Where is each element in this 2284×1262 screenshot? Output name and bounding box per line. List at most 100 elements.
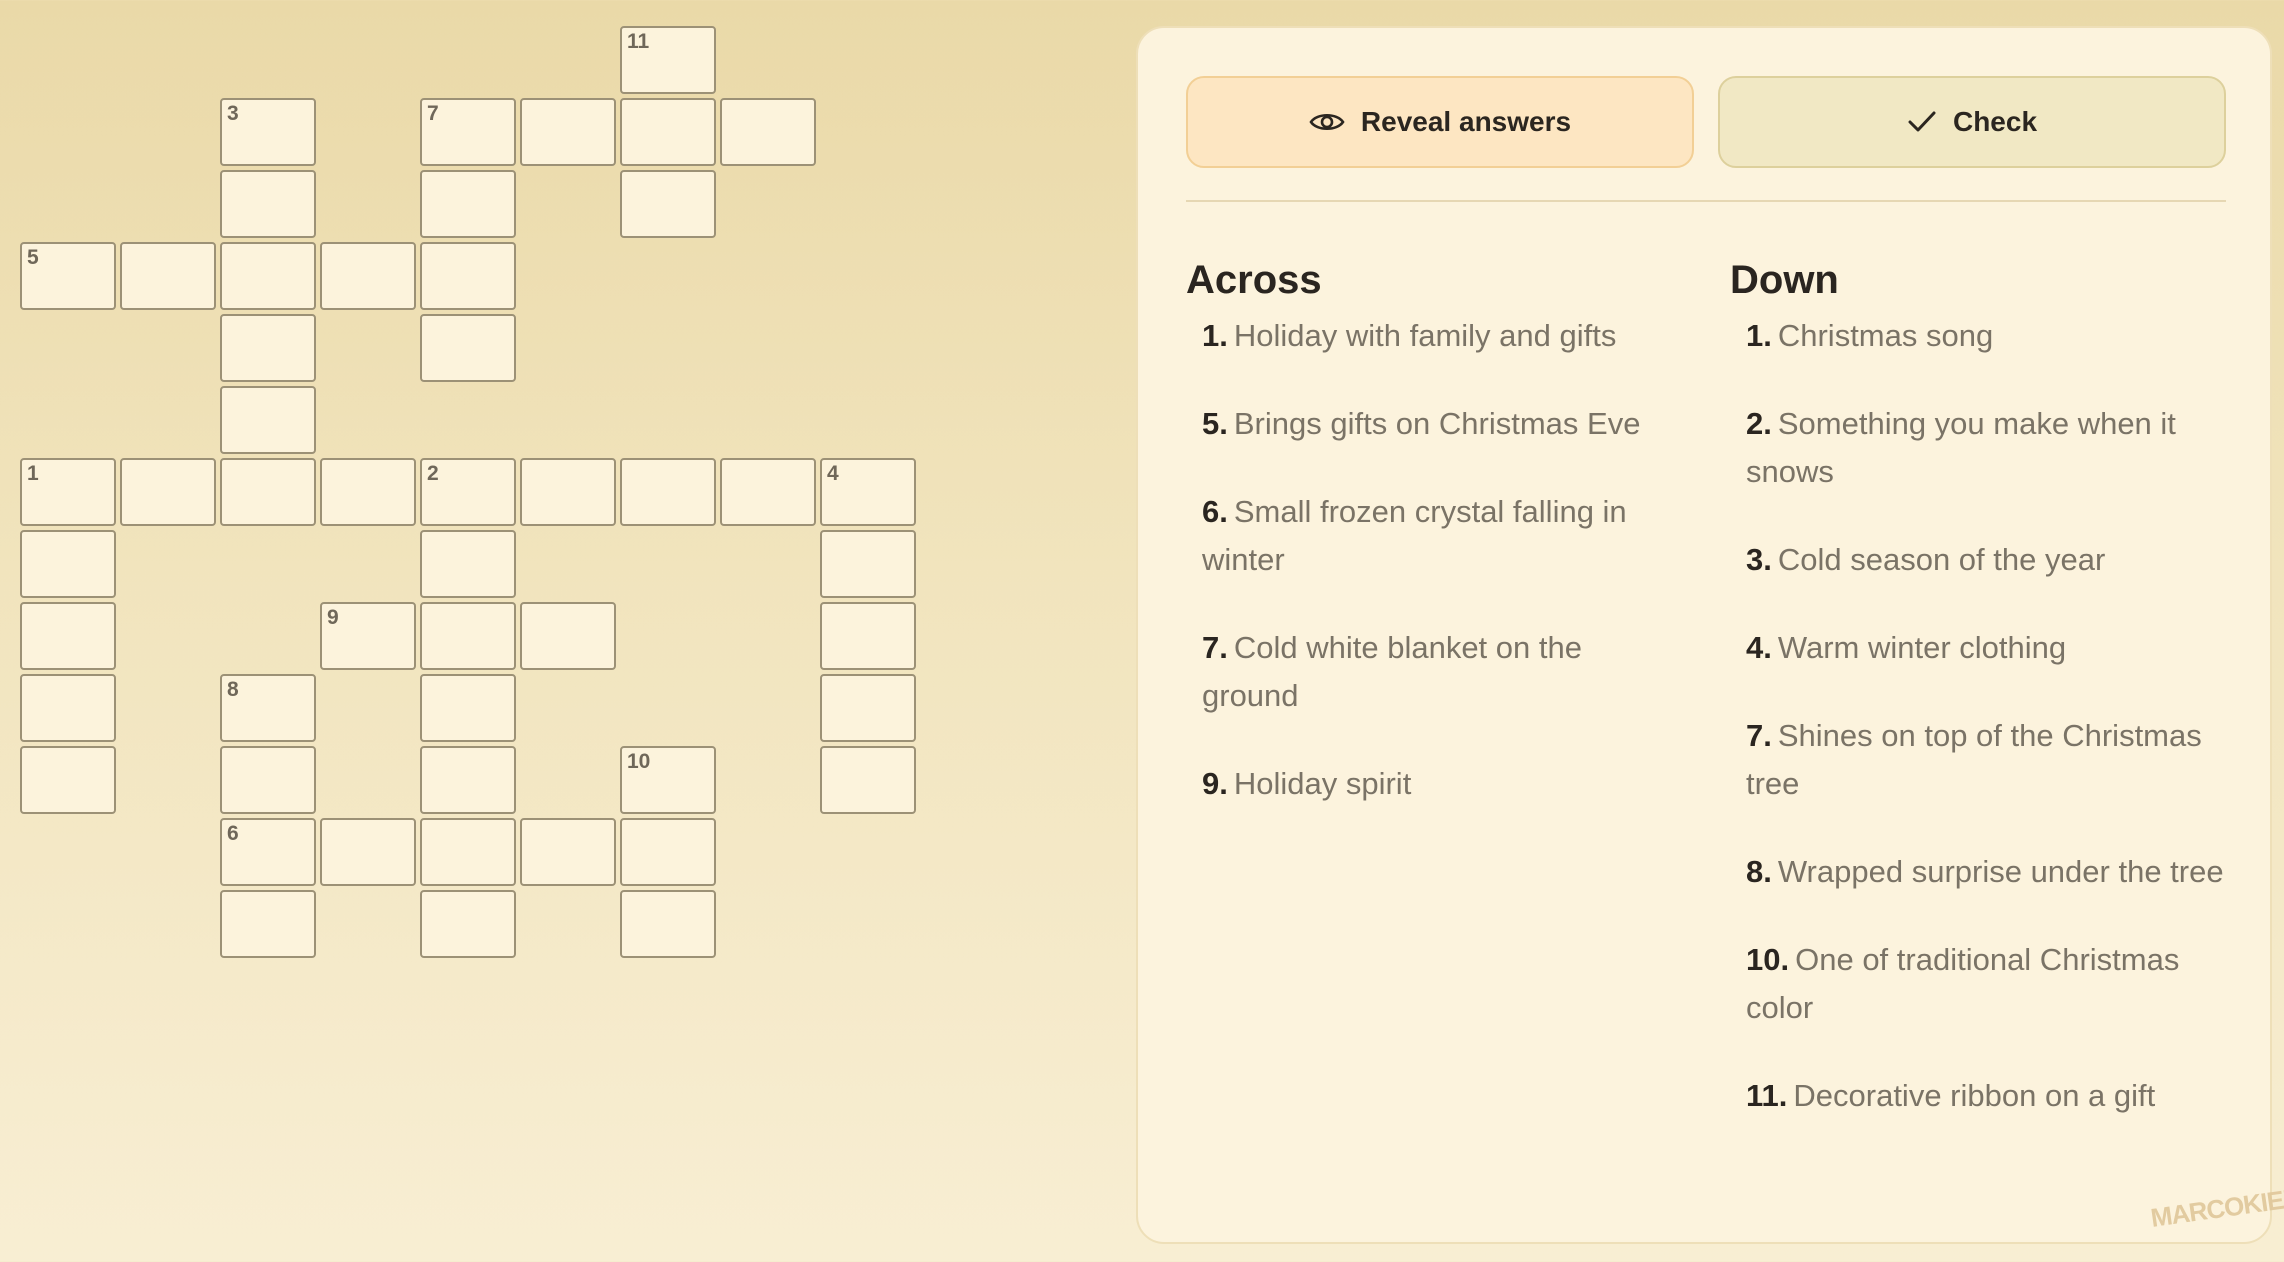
clue-down[interactable]: 7. Shines on top of the Christmas tree [1746, 712, 2226, 808]
grid-cell[interactable] [420, 314, 516, 382]
grid-cell[interactable] [420, 674, 516, 742]
clue-down[interactable]: 10. One of traditional Christmas color [1746, 936, 2226, 1032]
grid-cell[interactable]: 2 [420, 458, 516, 526]
grid-cell[interactable] [420, 746, 516, 814]
grid-cell[interactable] [220, 890, 316, 958]
grid-cell[interactable] [520, 602, 616, 670]
grid-cell[interactable] [520, 98, 616, 166]
grid-cell[interactable]: 5 [20, 242, 116, 310]
grid-cell[interactable] [220, 746, 316, 814]
grid-cell[interactable]: 1 [20, 458, 116, 526]
clue-down[interactable]: 2. Something you make when it snows [1746, 400, 2226, 496]
clue-text: Brings gifts on Christmas Eve [1233, 406, 1641, 441]
grid-cell[interactable] [420, 170, 516, 238]
clue-text: Warm winter clothing [1777, 630, 2067, 665]
clue-down[interactable]: 8. Wrapped surprise under the tree [1746, 848, 2226, 896]
grid-cell[interactable] [20, 530, 116, 598]
across-clues: Across 1. Holiday with family and gifts 5.… [1186, 252, 1686, 848]
grid-cell[interactable] [220, 170, 316, 238]
grid-cell[interactable] [220, 458, 316, 526]
grid-cell[interactable] [720, 458, 816, 526]
grid-cell[interactable] [620, 890, 716, 958]
clue-down[interactable]: 11. Decorative ribbon on a gift [1746, 1072, 2226, 1120]
clue-number: 2. [1746, 406, 1772, 441]
grid-cell[interactable] [220, 242, 316, 310]
grid-cell[interactable]: 9 [320, 602, 416, 670]
cell-number: 4 [827, 462, 839, 485]
clue-number: 1. [1202, 318, 1228, 353]
grid-cell[interactable] [320, 818, 416, 886]
grid-cell[interactable] [120, 242, 216, 310]
clue-text: Small frozen crystal falling in winter [1202, 494, 1627, 577]
across-heading: Across [1186, 258, 1322, 302]
grid-cell[interactable] [220, 386, 316, 454]
eye-icon [1309, 110, 1345, 134]
clue-across[interactable]: 6. Small frozen crystal falling in winter [1202, 488, 1682, 584]
grid-cell[interactable] [220, 314, 316, 382]
down-clues: Down 1. Christmas song 2. Something you mak… [1730, 252, 2230, 1160]
cell-number: 8 [227, 678, 239, 701]
clue-number: 10. [1746, 942, 1790, 977]
grid-cell[interactable] [20, 602, 116, 670]
grid-cell[interactable] [520, 458, 616, 526]
clue-number: 3. [1746, 542, 1772, 577]
grid-cell[interactable] [820, 602, 916, 670]
clue-text: Holiday spirit [1233, 766, 1412, 801]
grid-cell[interactable] [420, 530, 516, 598]
crossword-grid: 11 3 7 5 1 2 4 9 8 10 6 [0, 0, 1120, 1262]
clue-text: Decorative ribbon on a gift [1793, 1078, 2156, 1113]
cell-number: 11 [627, 30, 650, 53]
clue-text: Wrapped surprise under the tree [1777, 854, 2224, 889]
grid-cell[interactable] [420, 890, 516, 958]
grid-cell[interactable]: 7 [420, 98, 516, 166]
grid-cell[interactable]: 3 [220, 98, 316, 166]
clue-number: 6. [1202, 494, 1228, 529]
cell-number: 3 [227, 102, 239, 125]
grid-cell[interactable] [620, 458, 716, 526]
grid-cell[interactable] [20, 674, 116, 742]
cell-number: 10 [627, 750, 651, 773]
grid-cell[interactable] [820, 746, 916, 814]
cell-number: 7 [427, 102, 439, 125]
grid-cell[interactable] [120, 458, 216, 526]
grid-cell[interactable]: 4 [820, 458, 916, 526]
clue-across[interactable]: 7. Cold white blanket on the ground [1202, 624, 1682, 720]
clue-across[interactable]: 9. Holiday spirit [1202, 760, 1682, 808]
cell-number: 6 [227, 822, 239, 845]
grid-cell[interactable] [620, 818, 716, 886]
grid-cell[interactable] [420, 242, 516, 310]
grid-cell[interactable] [820, 674, 916, 742]
grid-cell[interactable] [620, 98, 716, 166]
grid-cell[interactable] [520, 818, 616, 886]
grid-cell[interactable] [320, 458, 416, 526]
clue-down[interactable]: 1. Christmas song [1746, 312, 2226, 360]
clue-number: 8. [1746, 854, 1772, 889]
clue-across[interactable]: 5. Brings gifts on Christmas Eve [1202, 400, 1682, 448]
reveal-answers-label: Reveal answers [1360, 106, 1572, 137]
grid-cell[interactable] [420, 602, 516, 670]
clue-down[interactable]: 4. Warm winter clothing [1746, 624, 2226, 672]
grid-cell[interactable] [20, 746, 116, 814]
grid-cell[interactable] [420, 818, 516, 886]
grid-cell[interactable]: 10 [620, 746, 716, 814]
clue-number: 7. [1746, 718, 1772, 753]
clue-text: Something you make when it snows [1746, 406, 2176, 489]
clue-number: 5. [1202, 406, 1228, 441]
grid-cell[interactable] [620, 170, 716, 238]
grid-cell[interactable] [320, 242, 416, 310]
clue-text: Cold season of the year [1777, 542, 2106, 577]
checkmark-icon [1907, 110, 1937, 134]
reveal-answers-button[interactable]: Reveal answers [1186, 76, 1694, 168]
grid-cell[interactable]: 6 [220, 818, 316, 886]
grid-cell[interactable]: 8 [220, 674, 316, 742]
grid-cell[interactable] [720, 98, 816, 166]
clue-number: 1. [1746, 318, 1772, 353]
down-heading: Down [1730, 258, 1839, 302]
check-button[interactable]: Check [1718, 76, 2226, 168]
clue-down[interactable]: 3. Cold season of the year [1746, 536, 2226, 584]
grid-cell[interactable] [820, 530, 916, 598]
clue-across[interactable]: 1. Holiday with family and gifts [1202, 312, 1682, 360]
clue-number: 11. [1746, 1078, 1788, 1113]
grid-cell[interactable]: 11 [620, 26, 716, 94]
clue-number: 9. [1202, 766, 1228, 801]
